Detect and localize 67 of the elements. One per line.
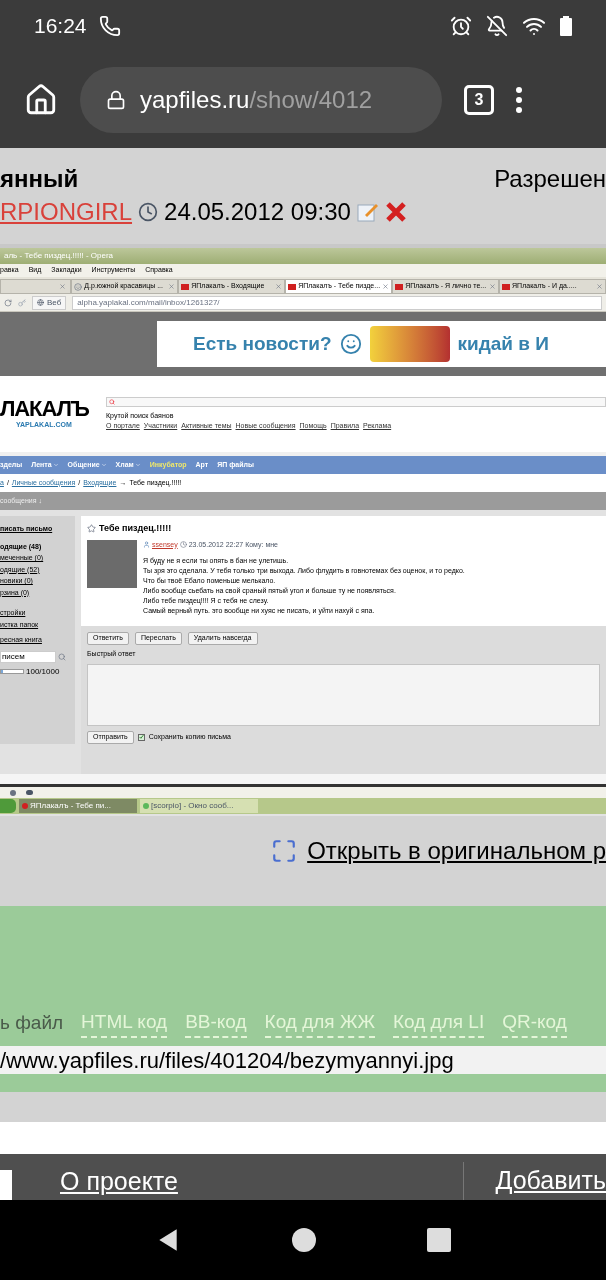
open-original-link[interactable]: Открыть в оригинальном р [307, 833, 606, 869]
post-title: янный [0, 164, 80, 194]
site-logo-icon [288, 283, 297, 290]
close-icon [382, 283, 390, 290]
banner-text: кидай в И [457, 331, 549, 356]
search-icon [109, 398, 115, 405]
footer-link[interactable]: Добавить [495, 1162, 606, 1200]
share-label: ь файл [0, 1010, 64, 1035]
bell-off-icon [486, 15, 508, 37]
key-icon [18, 298, 26, 307]
smiley-icon [339, 333, 362, 355]
app-icon [22, 803, 28, 809]
quota-reading: 100/1000 [26, 665, 60, 678]
taskbar-item[interactable]: [scorpio] - Окно сооб... [140, 799, 258, 813]
smiley-icon [74, 282, 83, 291]
alarm-icon [450, 15, 472, 37]
caret-icon [100, 462, 107, 468]
search-field[interactable] [106, 396, 606, 407]
close-icon [489, 283, 497, 290]
status-time: 16:24 [34, 13, 87, 40]
footer-link[interactable]: О проекте [60, 1162, 178, 1200]
post-date: 24.05.2012 09:30 [164, 197, 351, 227]
permission-label: Разрешен [494, 164, 606, 194]
file-url-field[interactable]: /www.yapfiles.ru/files/401204/bezymyannyi.jpg [0, 1046, 606, 1074]
home-icon [24, 83, 58, 117]
start-button[interactable] [0, 799, 16, 813]
app-icon [143, 803, 149, 809]
url-bar[interactable]: yapfiles.ru/show/4012 [80, 67, 442, 133]
phone-icon [98, 15, 121, 37]
battery-icon [560, 16, 572, 36]
menu-icon[interactable] [516, 87, 522, 113]
banner[interactable]: Есть новости? кидай в И [157, 321, 606, 367]
home-button-icon[interactable] [292, 1228, 316, 1252]
window-title: аль - Тебе пиздец.!!!!! - Opera [4, 250, 114, 262]
close-icon [596, 283, 603, 290]
footer-logo [0, 1170, 12, 1200]
caret-icon [134, 462, 141, 468]
save-copy-checkbox[interactable] [137, 733, 145, 741]
taskbar-item[interactable]: ЯПлакалъ - Тебе пи... [19, 799, 137, 813]
mail-search-field[interactable]: писем [0, 650, 56, 663]
caret-icon [52, 462, 59, 468]
share-icon [10, 789, 16, 796]
delete-icon[interactable] [384, 201, 407, 223]
site-logo-icon [502, 283, 511, 290]
close-icon [168, 283, 176, 290]
clock-icon [138, 202, 159, 222]
user-icon [143, 541, 150, 549]
clock-icon [179, 541, 187, 549]
recents-icon[interactable] [426, 1228, 451, 1252]
address-field[interactable]: alpha.yaplakal.com/mail/inbox/1261327/ [72, 295, 602, 310]
avatar-image [87, 539, 137, 588]
reload-icon [4, 298, 12, 307]
banner-text: Есть новости? [193, 331, 332, 356]
site-logo-icon [181, 283, 190, 290]
edit-icon[interactable] [356, 201, 379, 223]
close-icon [275, 283, 283, 290]
site-logo: ЛАКАЛЪ [0, 397, 89, 420]
tab-count-button[interactable]: 3 [464, 85, 494, 115]
cloud-icon [26, 790, 33, 795]
expand-icon [271, 838, 298, 864]
star-icon [87, 524, 96, 534]
message-subject: Тебе пиздец.!!!!! [99, 522, 172, 535]
site-logo-icon [395, 283, 404, 290]
globe-icon [37, 299, 44, 306]
close-icon [59, 283, 67, 290]
search-engine-button[interactable]: Веб [32, 295, 67, 310]
search-icon [58, 652, 66, 661]
